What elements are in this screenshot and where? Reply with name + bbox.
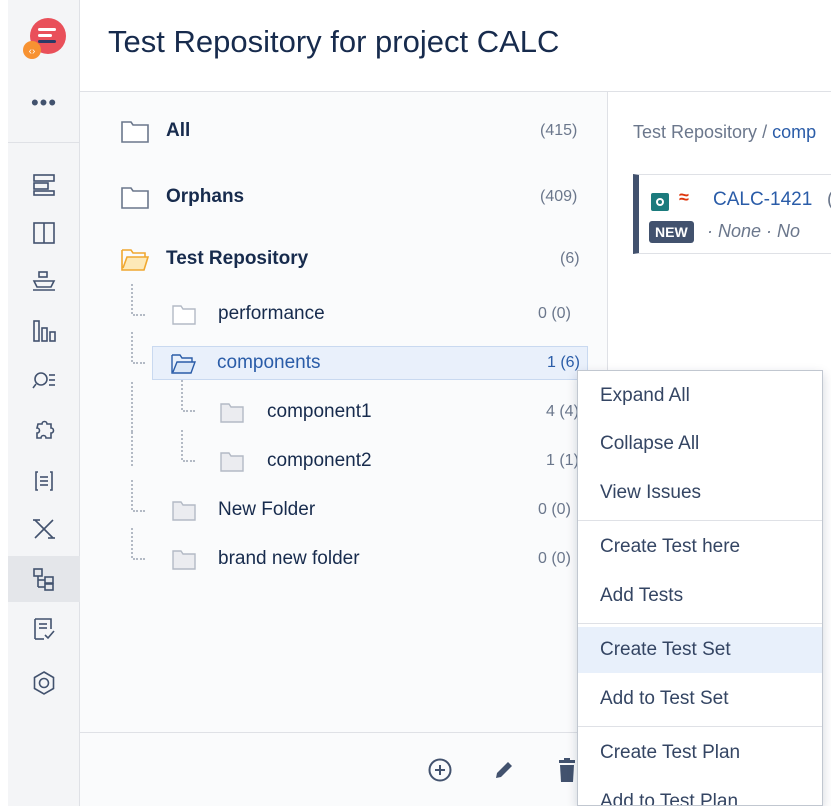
menu-item-add-to-test-set[interactable]: Add to Test Set: [578, 676, 822, 722]
issue-summary-fragment: (: [827, 189, 831, 211]
tree-connector: [131, 332, 133, 362]
tree-node-label: brand new folder: [218, 548, 360, 569]
folder-open-icon: [171, 354, 196, 374]
menu-divider: [578, 726, 822, 727]
tree-node-label: component1: [267, 401, 372, 422]
test-plan-board-icon[interactable]: [8, 606, 80, 652]
more-icon[interactable]: •••: [8, 90, 80, 116]
folder-icon: [172, 550, 196, 570]
add-ons-icon[interactable]: [8, 408, 80, 454]
tree-node-label: All: [166, 120, 191, 141]
tree-node-orphans[interactable]: Orphans (409): [120, 180, 590, 214]
tree-connector: [183, 460, 195, 462]
tree-node-count: 0 (0): [538, 550, 571, 567]
folder-icon: [220, 403, 244, 423]
menu-item-add-tests[interactable]: Add Tests: [578, 573, 822, 619]
tree-node-brand-new-folder[interactable]: brand new folder 0 (0): [168, 542, 588, 576]
releases-icon[interactable]: [8, 258, 80, 304]
folder-icon: [220, 452, 244, 472]
breadcrumb: Test Repository / comp: [633, 122, 816, 143]
tree-connector: [133, 362, 145, 364]
tree-node-label: Orphans: [166, 186, 245, 207]
settings-icon[interactable]: [8, 660, 80, 706]
test-execution-icon[interactable]: [8, 506, 80, 552]
rail-divider: [8, 142, 80, 143]
tree-connector: [131, 382, 133, 432]
trash-icon: [559, 758, 575, 782]
board-icon[interactable]: [8, 210, 80, 256]
tree-connector: [133, 558, 145, 560]
tree-connector: [183, 410, 195, 412]
tree-node-new-folder[interactable]: New Folder 0 (0): [168, 493, 588, 527]
menu-item-collapse-all[interactable]: Collapse All: [578, 421, 822, 467]
tree-node-test-repository[interactable]: Test Repository (6): [120, 242, 590, 276]
folder-icon: [121, 121, 149, 143]
tree-connector: [181, 430, 183, 460]
menu-item-expand-all[interactable]: Expand All: [578, 373, 822, 419]
test-type-icon: [651, 193, 669, 211]
pencil-icon: [496, 762, 512, 778]
menu-item-view-issues[interactable]: View Issues: [578, 470, 822, 516]
folder-tree-panel: All (415) Orphans (409) Test Repository …: [80, 92, 608, 806]
tree-connector: [131, 480, 133, 510]
tree-connector: [133, 510, 145, 512]
tree-connector: [181, 380, 183, 410]
backlog-icon[interactable]: [8, 162, 80, 208]
menu-divider: [578, 623, 822, 624]
menu-item-create-test-plan[interactable]: Create Test Plan: [578, 730, 822, 776]
priority-highest-icon: ≈: [679, 187, 689, 207]
plus-circle-icon: [428, 758, 452, 782]
tree-node-count: 0 (0): [538, 501, 571, 518]
breadcrumb-root[interactable]: Test Repository: [633, 122, 757, 142]
issue-key-link[interactable]: CALC-1421: [713, 189, 812, 211]
reports-icon[interactable]: [8, 308, 80, 354]
svg-text:‹›: ‹›: [29, 46, 36, 57]
menu-item-create-test-set[interactable]: Create Test Set: [578, 627, 822, 673]
tree-node-performance[interactable]: performance 0 (0): [168, 297, 588, 331]
menu-item-add-to-test-plan[interactable]: Add to Test Plan: [578, 779, 822, 805]
breadcrumb-current[interactable]: comp: [772, 122, 816, 142]
folder-icon: [172, 305, 196, 325]
issue-search-icon[interactable]: [8, 358, 80, 404]
xray-logo-icon[interactable]: ‹›: [22, 16, 66, 60]
menu-item-create-test-here[interactable]: Create Test here: [578, 524, 822, 570]
page-title: Test Repository for project CALC: [108, 24, 560, 59]
status-badge: NEW: [649, 221, 694, 243]
test-repository-icon[interactable]: [8, 556, 80, 602]
tree-toolbar: [80, 732, 608, 806]
test-issue-card[interactable]: ≈ CALC-1421 ( NEW · None · No: [633, 174, 831, 254]
tree-node-all[interactable]: All (415): [120, 114, 590, 148]
tree-connector: [131, 284, 133, 314]
tree-node-components[interactable]: components 1 (6): [152, 346, 588, 380]
menu-divider: [578, 520, 822, 521]
app-sidebar: ‹› •••: [8, 0, 80, 806]
breadcrumb-separator: /: [757, 122, 773, 142]
tree-node-label: components: [217, 352, 321, 373]
rename-folder-button[interactable]: [489, 755, 519, 785]
tree-node-count: 1 (6): [547, 354, 580, 371]
add-folder-button[interactable]: [425, 755, 455, 785]
code-icon[interactable]: [8, 458, 80, 504]
tree-node-count: (6): [560, 250, 580, 267]
tree-node-label: Test Repository: [166, 248, 309, 269]
folder-open-icon: [121, 249, 150, 271]
tree-node-count: 4 (4): [546, 403, 579, 420]
tree-node-component2[interactable]: component2 1 (1): [218, 444, 588, 478]
tree-node-count: (415): [540, 122, 578, 139]
tree-node-count: 1 (1): [546, 452, 579, 469]
tree-connector: [131, 432, 133, 466]
tree-node-count: (409): [540, 188, 578, 205]
tree-node-count: 0 (0): [538, 305, 571, 322]
tree-connector: [131, 528, 133, 558]
tree-node-component1[interactable]: component1 4 (4): [218, 395, 588, 429]
tree-node-label: component2: [267, 450, 372, 471]
issue-meta: · None · No: [707, 221, 801, 241]
tree-connector: [133, 314, 145, 316]
folder-icon: [121, 187, 149, 209]
folder-icon: [172, 501, 196, 521]
tree-node-label: performance: [218, 303, 325, 324]
folder-context-menu: Expand All Collapse All View Issues Crea…: [577, 370, 823, 806]
tree-node-label: New Folder: [218, 499, 316, 520]
page-header: Test Repository for project CALC: [80, 0, 831, 92]
